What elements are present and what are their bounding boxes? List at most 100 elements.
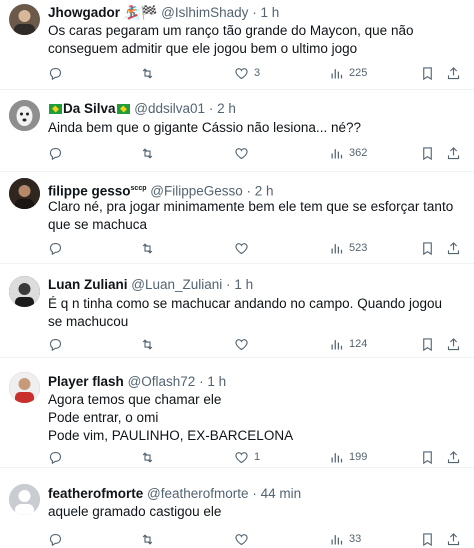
- views-chart-icon: [331, 148, 343, 158]
- tweet[interactable]: Da Silva @ddsilva01 · 2 h Ainda bem que …: [0, 90, 474, 172]
- like-button[interactable]: [234, 239, 254, 257]
- reply-icon: [49, 533, 62, 546]
- bookmark-icon: [423, 66, 432, 80]
- reply-icon: [49, 242, 62, 255]
- like-button[interactable]: [234, 530, 254, 548]
- author-name[interactable]: Da Silva: [63, 101, 116, 116]
- views-button[interactable]: 362: [329, 144, 367, 162]
- author-name[interactable]: featherofmorte: [48, 486, 143, 501]
- views-button[interactable]: 199: [329, 448, 367, 466]
- timestamp[interactable]: 2 h: [255, 184, 274, 199]
- tweet-text: Os caras pegaram um ranço tão grande do …: [48, 23, 414, 56]
- avatar[interactable]: [9, 100, 40, 131]
- author-name[interactable]: filippe gesso: [48, 184, 131, 199]
- author-name[interactable]: Player flash: [48, 374, 124, 389]
- author-name[interactable]: Luan Zuliani: [48, 277, 128, 292]
- author-handle[interactable]: @FilippeGesso: [150, 184, 243, 199]
- bookmark-icon: [423, 450, 432, 464]
- retweet-button[interactable]: [140, 448, 160, 466]
- tweet-header: Player flash @Oflash72 · 1 h: [48, 374, 226, 390]
- share-button[interactable]: [446, 335, 461, 353]
- reply-button[interactable]: [48, 64, 68, 82]
- share-button[interactable]: [446, 530, 461, 548]
- retweet-button[interactable]: [140, 64, 160, 82]
- views-chart-icon: [331, 68, 343, 78]
- like-button[interactable]: 3: [234, 64, 260, 82]
- share-button[interactable]: [446, 448, 461, 466]
- timestamp[interactable]: 44 min: [261, 486, 302, 501]
- share-icon: [447, 450, 460, 463]
- avatar[interactable]: [9, 484, 40, 515]
- author-handle[interactable]: @featherofmorte: [147, 486, 249, 501]
- reply-button[interactable]: [48, 335, 68, 353]
- views-button[interactable]: 225: [329, 64, 367, 82]
- share-button[interactable]: [446, 144, 461, 162]
- bookmark-button[interactable]: [420, 64, 435, 82]
- reply-button[interactable]: [48, 239, 68, 257]
- retweet-button[interactable]: [140, 144, 160, 162]
- author-handle[interactable]: @Luan_Zuliani: [131, 277, 222, 292]
- tweet-text: Claro né, pra jogar minimamente bem ele …: [48, 199, 454, 232]
- reply-icon: [49, 67, 62, 80]
- reply-icon: [49, 451, 62, 464]
- views-button[interactable]: 33: [329, 530, 361, 548]
- avatar[interactable]: [9, 178, 40, 209]
- tweet-header: filippe gessosccp @FilippeGesso · 2 h: [48, 181, 274, 200]
- view-count: 199: [349, 451, 368, 463]
- tweet-header: featherofmorte @featherofmorte · 44 min: [48, 486, 301, 502]
- reply-button[interactable]: [48, 530, 68, 548]
- share-icon: [447, 241, 460, 254]
- reply-button[interactable]: [48, 448, 68, 466]
- tweet[interactable]: filippe gessosccp @FilippeGesso · 2 h Cl…: [0, 172, 474, 264]
- retweet-button[interactable]: [140, 335, 160, 353]
- author-handle[interactable]: @IslhimShady: [161, 5, 248, 20]
- timestamp[interactable]: 2 h: [217, 101, 236, 116]
- like-button[interactable]: 1: [234, 448, 260, 466]
- author-handle[interactable]: @Oflash72: [128, 374, 196, 389]
- separator: ·: [208, 101, 214, 116]
- heart-icon: [235, 242, 248, 254]
- tweet-header: Luan Zuliani @Luan_Zuliani · 1 h: [48, 277, 253, 293]
- tweet[interactable]: Player flash @Oflash72 · 1 h Agora temos…: [0, 358, 474, 468]
- views-chart-icon: [331, 534, 343, 544]
- views-button[interactable]: 523: [329, 239, 367, 257]
- heart-icon: [235, 67, 248, 79]
- avatar[interactable]: [9, 4, 40, 35]
- view-count: 362: [349, 147, 368, 159]
- avatar[interactable]: [9, 276, 40, 307]
- reply-button[interactable]: [48, 144, 68, 162]
- tweet-actions: 3 225: [48, 64, 468, 82]
- bookmark-button[interactable]: [420, 530, 435, 548]
- share-icon: [447, 532, 460, 545]
- retweet-icon: [142, 67, 153, 79]
- bookmark-button[interactable]: [420, 239, 435, 257]
- bookmark-button[interactable]: [420, 448, 435, 466]
- tweet[interactable]: Jhowgador 🏂🏁 @IslhimShady · 1 h Os caras…: [0, 0, 474, 90]
- reply-icon: [49, 147, 62, 160]
- views-button[interactable]: 124: [329, 335, 367, 353]
- tweet[interactable]: Luan Zuliani @Luan_Zuliani · 1 h É q n t…: [0, 264, 474, 358]
- share-button[interactable]: [446, 64, 461, 82]
- like-button[interactable]: [234, 144, 254, 162]
- author-handle[interactable]: @ddsilva01: [134, 101, 205, 116]
- bookmark-button[interactable]: [420, 144, 435, 162]
- view-count: 33: [349, 533, 362, 545]
- retweet-button[interactable]: [140, 530, 160, 548]
- share-button[interactable]: [446, 239, 461, 257]
- author-name[interactable]: Jhowgador: [48, 5, 120, 20]
- avatar[interactable]: [9, 372, 40, 403]
- retweet-button[interactable]: [140, 239, 160, 257]
- like-button[interactable]: [234, 335, 254, 353]
- separator: ·: [252, 5, 257, 20]
- views-chart-icon: [331, 339, 343, 349]
- bookmark-icon: [423, 241, 432, 255]
- bookmark-button[interactable]: [420, 335, 435, 353]
- timestamp[interactable]: 1 h: [207, 374, 226, 389]
- tweet-actions: 523: [48, 239, 468, 257]
- timestamp[interactable]: 1 h: [234, 277, 253, 292]
- timestamp[interactable]: 1 h: [260, 5, 279, 20]
- heart-icon: [235, 533, 248, 545]
- tweet-actions: 124: [48, 335, 468, 353]
- separator: ·: [246, 183, 252, 199]
- tweet[interactable]: featherofmorte @featherofmorte · 44 min …: [0, 468, 474, 546]
